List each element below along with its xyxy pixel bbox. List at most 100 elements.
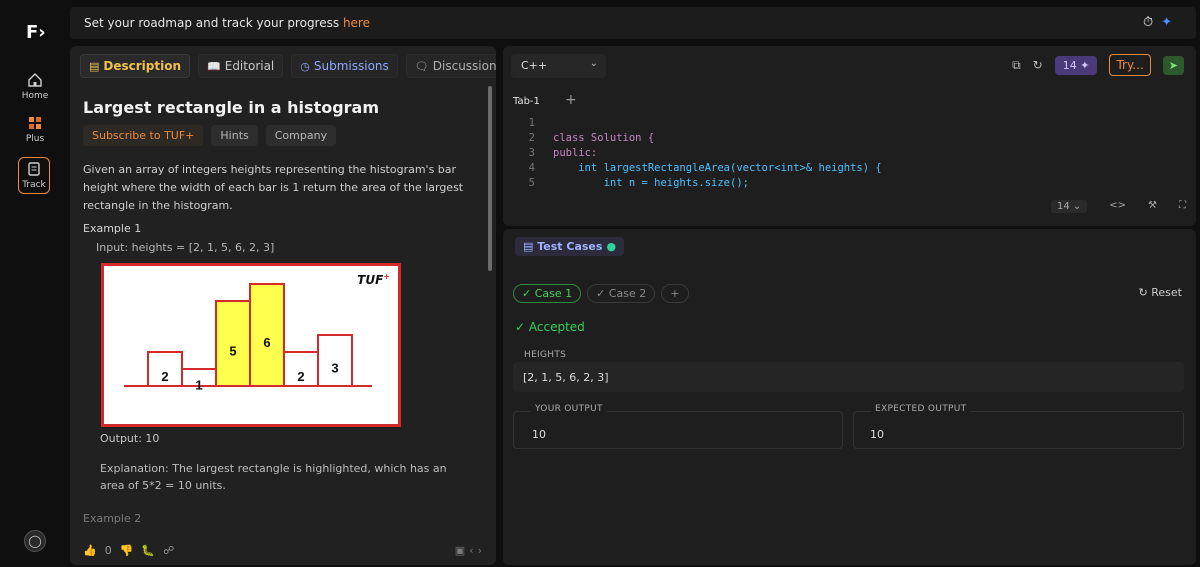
- histogram-bar-label: 2: [297, 369, 304, 384]
- try-button[interactable]: Try...: [1109, 54, 1151, 76]
- problem-footer-nav: ▣‹›: [455, 544, 486, 557]
- editor-toolbar: ⧉ ↻ 14 ✦ Try... ➤: [1012, 54, 1184, 76]
- tab-description[interactable]: ▤ Description: [80, 54, 191, 78]
- fullscreen-icon[interactable]: ▣: [455, 544, 469, 557]
- timer-icon[interactable]: ⏱: [1143, 15, 1161, 30]
- book-icon: 📖: [207, 60, 221, 73]
- font-size-value: 14: [1056, 201, 1070, 212]
- test-case-tabs: ✓ Case 1 ✓ Case 2 +: [513, 284, 689, 303]
- dislike-icon[interactable]: 👎: [120, 544, 134, 557]
- problem-description: Given an array of integers heights repre…: [83, 163, 464, 212]
- code-tab[interactable]: Tab-1: [513, 96, 540, 107]
- streak-badge[interactable]: 14 ✦: [1054, 55, 1098, 75]
- grid-icon: [29, 117, 41, 129]
- line-number: 5: [528, 177, 535, 189]
- problem-scrollbar[interactable]: [488, 86, 492, 271]
- banner-icons: ⏱✦: [1143, 15, 1180, 30]
- clock-icon: ◷: [300, 60, 310, 73]
- rail-item-track[interactable]: Track: [18, 157, 50, 194]
- prev-icon[interactable]: ‹: [469, 544, 477, 557]
- code-text: class Solution {: [553, 132, 655, 144]
- tuf-logo-sup: +: [383, 272, 390, 281]
- problem-tabs: ▤ Description 📖 Editorial ◷ Submissions 🗨 Di…: [80, 54, 496, 78]
- hints-chip[interactable]: Hints: [211, 125, 258, 146]
- problem-title: Largest rectangle in a histogram: [83, 98, 380, 117]
- subscribe-chip[interactable]: Subscribe to TUF+: [83, 125, 204, 146]
- format-icon[interactable]: ⚒: [1148, 200, 1157, 213]
- histogram-figure: TUF+ 2 1 5 6 2 3: [101, 263, 401, 427]
- example-1-box: Input: heights = [2, 1, 5, 6, 2, 3] TUF+…: [96, 241, 476, 427]
- problem-panel: ▤ Description 📖 Editorial ◷ Submissions 🗨 Di…: [70, 46, 496, 565]
- rail-item-plus[interactable]: Plus: [10, 115, 60, 144]
- reset-button[interactable]: ↻ Reset: [1139, 286, 1182, 299]
- rail-item-home[interactable]: Home: [10, 72, 60, 101]
- test-cases-title: Test Cases: [537, 240, 603, 253]
- next-icon[interactable]: ›: [478, 544, 486, 557]
- expand-icon[interactable]: ⛶: [1179, 200, 1186, 213]
- add-case-button[interactable]: +: [661, 284, 689, 303]
- sparkle-icon[interactable]: ✦: [1161, 15, 1180, 30]
- code-line: 2 class Solution {: [513, 131, 882, 146]
- code-editor[interactable]: 1 2 class Solution { 3 public: 4 int large…: [513, 116, 882, 191]
- case-1-tab[interactable]: ✓ Case 1: [513, 284, 582, 303]
- your-output-label: YOUR OUTPUT: [531, 404, 607, 414]
- description-icon: ▤: [89, 60, 100, 73]
- case-2-tab[interactable]: ✓ Case 2: [587, 284, 656, 303]
- rail-plus-label: Plus: [25, 134, 45, 144]
- tab-submissions-label: Submissions: [313, 59, 389, 73]
- test-panel: ▤ Test Cases ● ✓ Case 1 ✓ Case 2 + ↻ Rese…: [503, 229, 1196, 565]
- histogram-chart: 2 1 5 6 2 3: [124, 283, 372, 393]
- like-icon[interactable]: 👍: [83, 544, 97, 557]
- line-number: 2: [528, 132, 535, 144]
- share-icon[interactable]: ☍: [163, 544, 174, 557]
- problem-footer: 👍 0 👎 🐛 ☍: [83, 544, 174, 557]
- banner-text: Set your roadmap and track your progress…: [84, 16, 370, 30]
- verdict-status: ✓ Accepted: [515, 320, 585, 334]
- line-number: 4: [528, 162, 535, 174]
- rail-home-label: Home: [21, 91, 49, 101]
- tab-editorial[interactable]: 📖 Editorial: [198, 54, 284, 78]
- language-value: C++: [521, 59, 548, 72]
- code-line: 3 public:: [513, 146, 882, 161]
- tab-submissions[interactable]: ◷ Submissions: [291, 54, 398, 78]
- tab-description-label: Description: [103, 59, 182, 73]
- example-explanation: Explanation: The largest rectangle is hi…: [100, 462, 447, 492]
- example-2-heading: Example 2: [83, 512, 142, 525]
- banner-message: Set your roadmap and track your progress: [84, 16, 343, 30]
- expected-output-box: 10: [853, 411, 1184, 449]
- chevron-down-icon: ⌄: [589, 58, 598, 69]
- case-1-label: Case 1: [534, 287, 573, 300]
- line-number: 1: [528, 117, 535, 129]
- top-banner: Set your roadmap and track your progress…: [70, 7, 1196, 39]
- code-text: int n = heights.size();: [553, 177, 749, 189]
- heights-label: HEIGHTS: [524, 350, 567, 360]
- reset-code-icon[interactable]: ↻: [1033, 58, 1043, 72]
- app-root: F› Home Plus Track ◯ Set your roadmap an…: [0, 0, 1200, 567]
- line-number: 3: [528, 147, 535, 159]
- document-icon: [28, 162, 40, 176]
- like-count: 0: [104, 544, 112, 557]
- language-select[interactable]: C++ ⌄: [511, 54, 606, 78]
- company-chip[interactable]: Company: [265, 125, 337, 146]
- histogram-bar-label: 6: [263, 335, 270, 350]
- copy-icon[interactable]: ⧉: [1012, 58, 1021, 73]
- rocket-icon[interactable]: ➤: [1162, 55, 1184, 75]
- tab-discussion[interactable]: 🗨 Discussion: [405, 54, 496, 78]
- add-tab-icon[interactable]: +: [565, 92, 577, 108]
- histogram-bar-label: 3: [331, 361, 338, 376]
- test-cases-header[interactable]: ▤ Test Cases ●: [515, 237, 625, 256]
- left-rail: F› Home Plus Track ◯: [0, 0, 70, 567]
- bug-icon[interactable]: 🐛: [141, 544, 155, 557]
- code-icon[interactable]: <>: [1109, 200, 1126, 213]
- code-text: int largestRectangleArea(vector<int>& he…: [553, 162, 882, 174]
- reset-label: Reset: [1151, 286, 1182, 299]
- rail-track-label: Track: [22, 180, 46, 190]
- case-2-label: Case 2: [608, 287, 647, 300]
- your-output-value: 10: [532, 428, 546, 441]
- avatar[interactable]: ◯: [24, 530, 46, 552]
- home-icon: [28, 73, 42, 87]
- font-size-select[interactable]: 14 ⌄: [1050, 200, 1088, 213]
- banner-link[interactable]: here: [343, 16, 370, 30]
- logo-icon[interactable]: F›: [26, 22, 46, 43]
- verdict-text: Accepted: [528, 320, 585, 334]
